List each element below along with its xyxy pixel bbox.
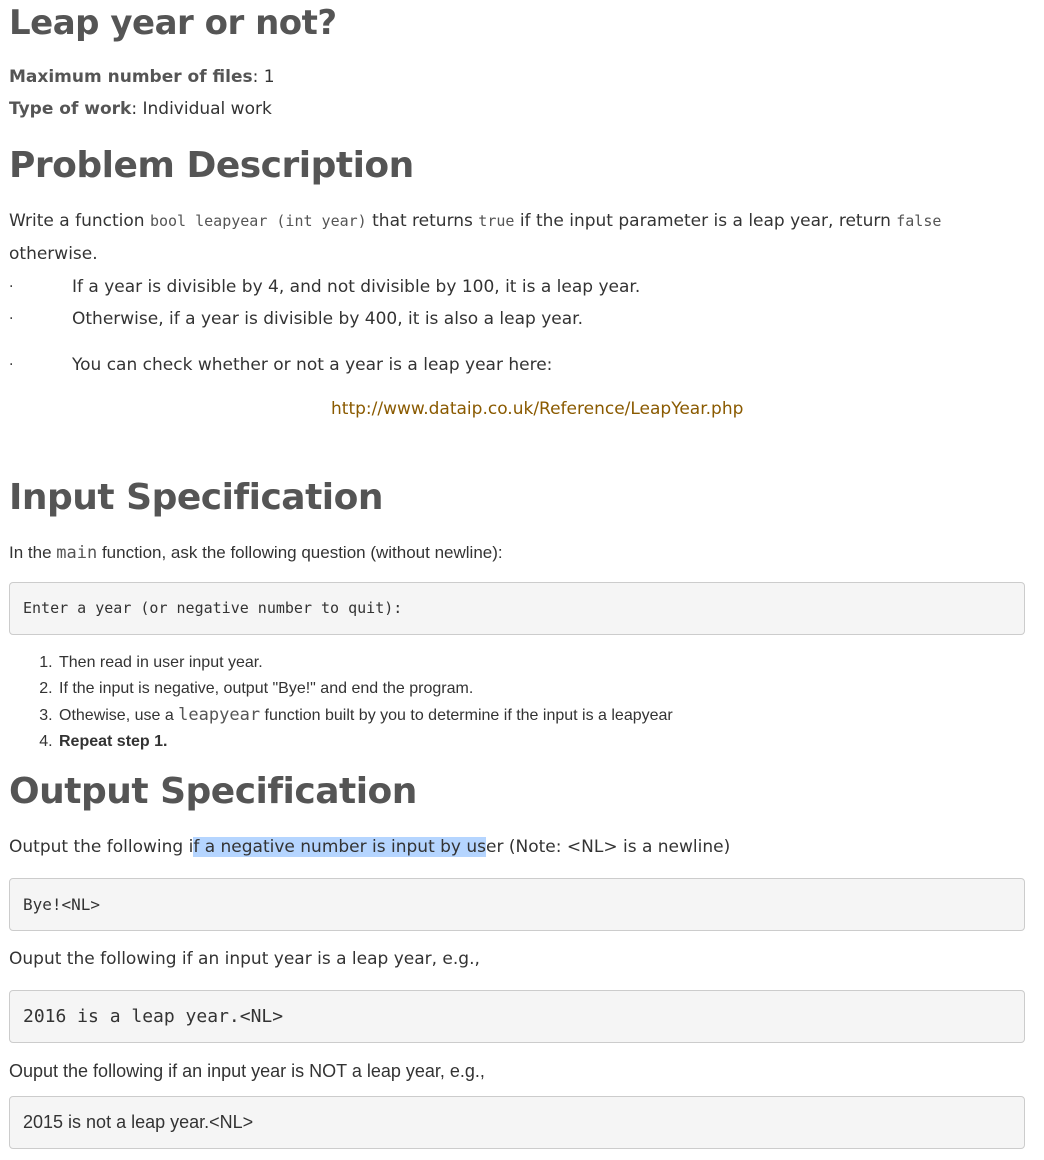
output-heading: Output Specification [9, 771, 417, 812]
step-bold-text: Repeat step 1. [59, 733, 168, 750]
leap-year-reference-link[interactable]: http://www.dataip.co.uk/Reference/LeapYe… [331, 398, 743, 420]
list-item: If the input is negative, output "Bye!" … [57, 676, 1017, 702]
max-files-value: : 1 [252, 67, 275, 87]
true-keyword: true [478, 212, 515, 230]
main-keyword: main [56, 543, 98, 563]
problem-intro-text-3: if the input parameter is a leap year, r… [514, 211, 897, 231]
step-text: Then read in user input year. [59, 654, 263, 671]
input-steps-list: Then read in user input year. If the inp… [9, 650, 1017, 755]
problem-intro-text-1: Write a function [9, 211, 150, 231]
problem-intro-end: otherwise. [9, 244, 98, 264]
work-type-line: Type of work: Individual work [9, 98, 272, 120]
page-title: Leap year or not? [9, 3, 337, 43]
bullet-icon: · [9, 311, 14, 327]
not-leap-code-block: 2015 is not a leap year.<NL> [9, 1096, 1025, 1149]
problem-heading: Problem Description [9, 145, 414, 186]
leap-code-block: 2016 is a leap year.<NL> [9, 990, 1025, 1043]
function-signature: bool leapyear (int year) [149, 212, 367, 230]
bullet-text: Otherwise, if a year is divisible by 400… [72, 309, 583, 329]
input-heading: Input Specification [9, 477, 384, 518]
leap-code-text: 2016 is a leap year.<NL> [23, 1006, 284, 1027]
leap-output-intro: Ouput the following if an input year is … [9, 949, 480, 969]
selected-text: f a negative number is input by us [193, 837, 487, 857]
problem-intro: Write a function bool leapyear (int year… [9, 210, 1025, 232]
step-text-after: function built by you to determine if th… [260, 707, 673, 724]
prompt-code-block: Enter a year (or negative number to quit… [9, 582, 1025, 635]
bullet-icon: · [9, 279, 14, 295]
bye-code-text: Bye!<NL> [23, 895, 101, 914]
step-text: If the input is negative, output "Bye!" … [59, 680, 474, 697]
leapyear-keyword: leapyear [178, 705, 261, 725]
false-keyword: false [896, 212, 942, 230]
work-type-value: : Individual work [131, 99, 272, 119]
problem-intro-text-2: that returns [366, 211, 479, 231]
bullet-text: If a year is divisible by 4, and not div… [72, 277, 641, 297]
output-intro-text-2: er (Note: <NL> is a newline) [486, 837, 731, 857]
output-intro: Output the following if a negative numbe… [9, 836, 1025, 858]
step-text: Othewise, use a [59, 707, 179, 724]
bullet-text: You can check whether or not a year is a… [72, 355, 553, 375]
input-intro-text-1: In the [9, 543, 57, 562]
work-type-label: Type of work [9, 99, 132, 119]
not-leap-output-intro: Ouput the following if an input year is … [9, 1061, 485, 1081]
output-intro-text-1: Output the following i [9, 837, 194, 857]
bye-code-block: Bye!<NL> [9, 878, 1025, 931]
list-item: Repeat step 1. [57, 729, 1017, 755]
list-item: Then read in user input year. [57, 650, 1017, 676]
max-files-line: Maximum number of files: 1 [9, 66, 275, 88]
not-leap-code-text: 2015 is not a leap year.<NL> [23, 1112, 254, 1132]
max-files-label: Maximum number of files [9, 67, 253, 87]
list-item: Othewise, use a leapyear function built … [57, 702, 1017, 729]
input-intro: In the main function, ask the following … [9, 542, 1025, 564]
prompt-code-text: Enter a year (or negative number to quit… [23, 599, 403, 617]
bullet-icon: · [9, 357, 14, 373]
input-intro-text-2: function, ask the following question (wi… [97, 543, 503, 562]
